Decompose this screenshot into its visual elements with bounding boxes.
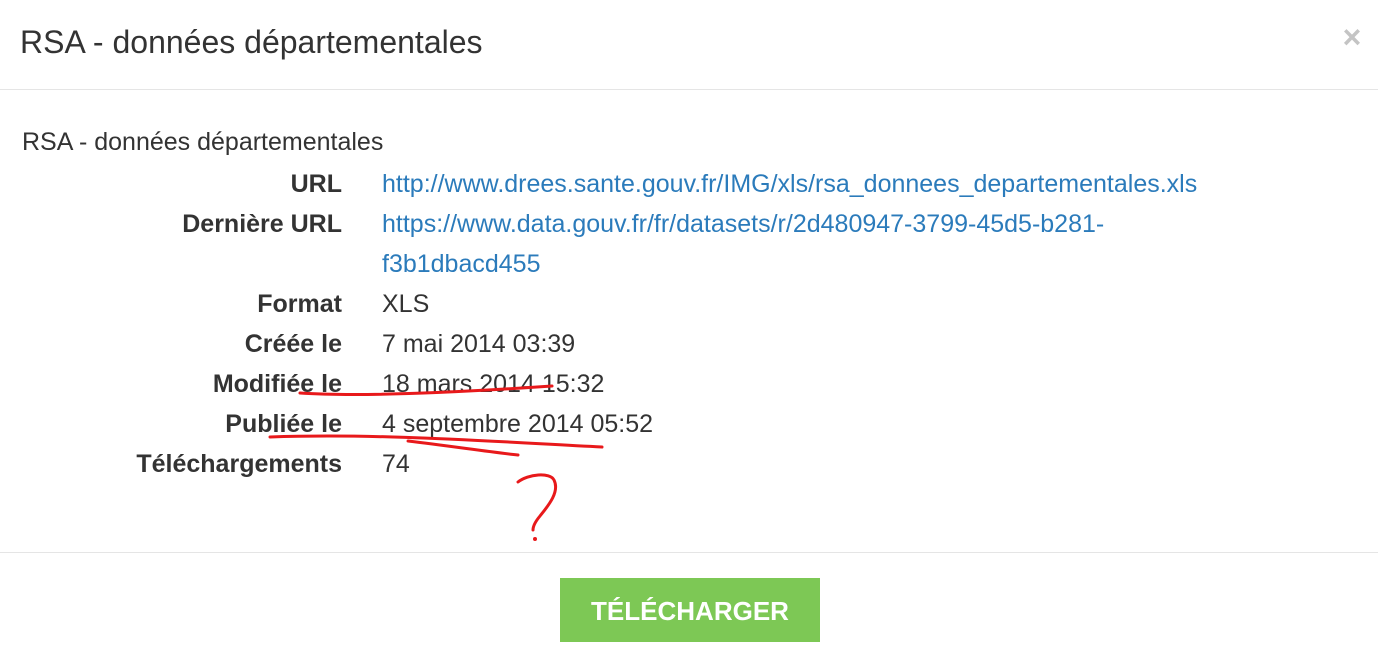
detail-label-format: Format bbox=[257, 290, 342, 318]
modal-header: RSA - données départementales × bbox=[0, 0, 1378, 90]
detail-label-modified: Modifiée le bbox=[212, 370, 342, 398]
detail-value-downloads: 74 bbox=[382, 450, 410, 478]
close-icon[interactable]: × bbox=[1340, 20, 1364, 54]
detail-row-url: URL http://www.drees.sante.gouv.fr/IMG/x… bbox=[0, 164, 1378, 204]
last-url-line-2: f3b1dbacd455 bbox=[382, 250, 541, 278]
detail-row-modified: Modifiée le 18 mars 2014 15:32 bbox=[0, 364, 1378, 404]
detail-value-last-url: https://www.data.gouv.fr/fr/datasets/r/2… bbox=[382, 204, 1342, 284]
modal-footer: TÉLÉCHARGER bbox=[0, 552, 1378, 656]
resource-name: RSA - données départementales bbox=[22, 128, 384, 156]
detail-value-modified: 18 mars 2014 15:32 bbox=[382, 370, 605, 398]
last-url-link[interactable]: https://www.data.gouv.fr/fr/datasets/r/2… bbox=[382, 210, 1104, 278]
detail-label-downloads: Téléchargements bbox=[136, 450, 342, 478]
resource-details: URL http://www.drees.sante.gouv.fr/IMG/x… bbox=[0, 164, 1378, 484]
url-link[interactable]: http://www.drees.sante.gouv.fr/IMG/xls/r… bbox=[382, 170, 1197, 198]
download-button[interactable]: TÉLÉCHARGER bbox=[560, 578, 820, 642]
modal-title: RSA - données départementales bbox=[20, 24, 483, 60]
detail-value-published: 4 septembre 2014 05:52 bbox=[382, 410, 654, 438]
detail-row-published: Publiée le 4 septembre 2014 05:52 bbox=[0, 404, 1378, 444]
detail-row-created: Créée le 7 mai 2014 03:39 bbox=[0, 324, 1378, 364]
detail-label-last-url: Dernière URL bbox=[182, 210, 342, 238]
last-url-line-1: https://www.data.gouv.fr/fr/datasets/r/2… bbox=[382, 210, 1105, 238]
detail-value-format: XLS bbox=[382, 290, 430, 318]
detail-label-url: URL bbox=[290, 170, 342, 198]
detail-value-url: http://www.drees.sante.gouv.fr/IMG/xls/r… bbox=[382, 164, 1342, 204]
detail-value-created: 7 mai 2014 03:39 bbox=[382, 330, 576, 358]
detail-label-created: Créée le bbox=[244, 330, 342, 358]
detail-row-downloads: Téléchargements 74 bbox=[0, 444, 1378, 484]
detail-row-format: Format XLS bbox=[0, 284, 1378, 324]
question-mark-dot bbox=[533, 537, 537, 541]
detail-label-published: Publiée le bbox=[225, 410, 342, 438]
detail-row-last-url: Dernière URL https://www.data.gouv.fr/fr… bbox=[0, 204, 1378, 284]
